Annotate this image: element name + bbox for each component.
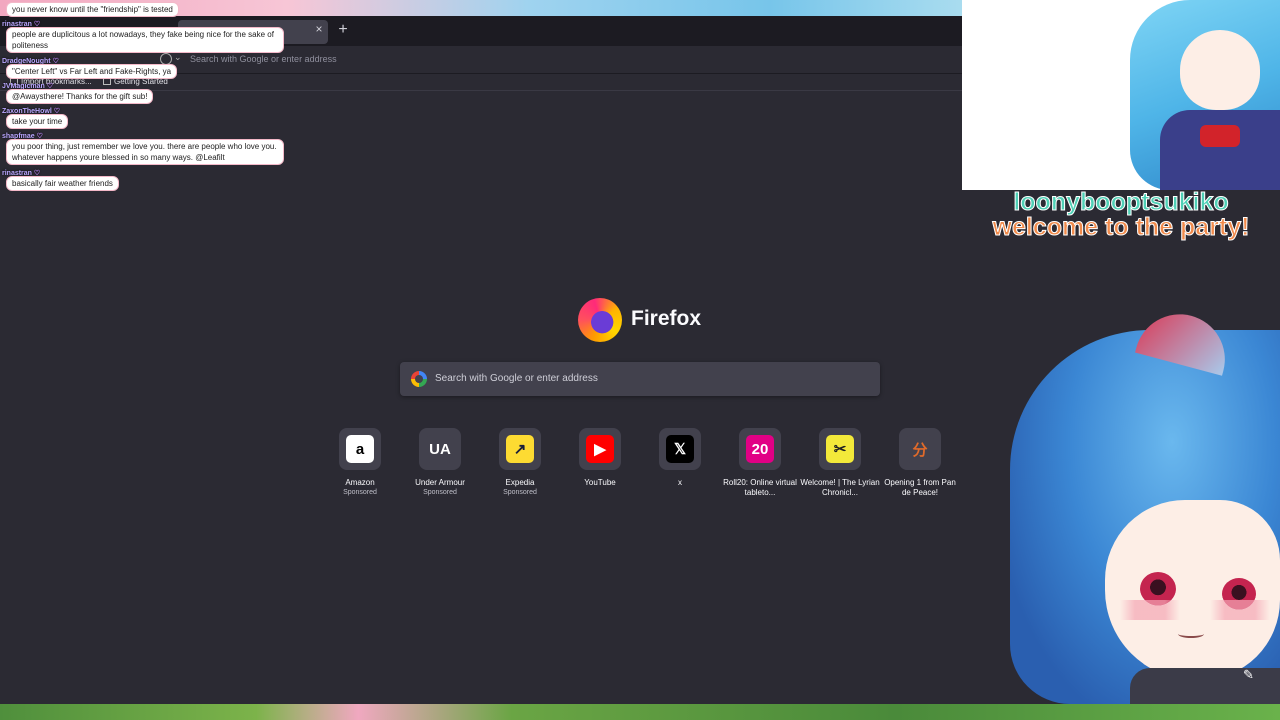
shortcut-label: Under Armour [415, 478, 465, 487]
amazon-icon: a [346, 435, 374, 463]
shortcut-tile[interactable]: 分 Opening 1 from Pan de Peace! [880, 428, 960, 508]
urlbar-input[interactable]: Search with Google or enter address [190, 54, 337, 64]
new-tab-button[interactable]: + [336, 21, 350, 39]
shortcut-icon-box: 20 [739, 428, 781, 470]
tab-close-button[interactable]: × [312, 22, 326, 38]
search-placeholder: Search with Google or enter address [435, 373, 598, 384]
chat-message: people are duplicitous a lot nowadays, t… [6, 27, 284, 53]
webcam-avatar-body [1160, 110, 1280, 190]
shortcut-icon-box: ▶ [579, 428, 621, 470]
webcam-avatar-face [1180, 30, 1260, 110]
shortcut-tile[interactable]: ▶ YouTube [560, 428, 640, 508]
chat-message: take your time [6, 114, 69, 129]
shortcut-tile[interactable]: UA Under Armour Sponsored [400, 428, 480, 508]
shortcut-tile[interactable]: 20 Roll20: Online virtual tableto... [720, 428, 800, 508]
shortcut-icon-box: 分 [899, 428, 941, 470]
chat-message: you never know until the "friendship" is… [6, 2, 179, 17]
x-icon: 𝕏 [666, 435, 694, 463]
alert-message: welcome to the party! [992, 213, 1250, 242]
sponsored-label: Sponsored [503, 489, 537, 496]
pan-de-peace-icon: 分 [906, 435, 934, 463]
shortcut-icon-box: ↗ [499, 428, 541, 470]
youtube-icon: ▶ [586, 435, 614, 463]
chat-message: @Awaysthere! Thanks for the gift sub! [6, 89, 154, 104]
sponsored-label: Sponsored [343, 489, 377, 496]
shortcut-icon-box: a [339, 428, 381, 470]
shortcut-tile[interactable]: a Amazon Sponsored [320, 428, 400, 508]
sponsored-label: Sponsored [423, 489, 457, 496]
vtuber-avatar-mouth [1178, 630, 1204, 638]
google-icon [411, 371, 427, 387]
firefox-bookmark-icon [103, 78, 111, 85]
chat-message: basically fair weather friends [6, 176, 119, 191]
firefox-wordmark: Firefox [631, 307, 702, 330]
roll20-icon: 20 [746, 435, 774, 463]
firefox-logo-icon [578, 298, 622, 342]
shortcut-icon-box: 𝕏 [659, 428, 701, 470]
shortcut-icon-box: ✂ [819, 428, 861, 470]
vtuber-avatar-blush [1120, 600, 1270, 620]
stream-frame-bottom [0, 704, 1280, 720]
under-armour-icon: UA [426, 435, 454, 463]
shortcut-tile[interactable]: ✂ Welcome! | The Lyrian Chronicl... [800, 428, 880, 508]
shortcut-tile[interactable]: ↗ Expedia Sponsored [480, 428, 560, 508]
pen-icon: ✎ [1243, 667, 1254, 682]
shortcut-label: Roll20: Online virtual tableto... [723, 478, 797, 497]
shortcut-label: Expedia [505, 478, 535, 487]
lyrian-icon: ✂ [826, 435, 854, 463]
chevron-down-icon[interactable]: ⌄ [174, 52, 182, 63]
shortcut-label: Amazon [345, 478, 375, 487]
webcam-avatar-bow [1200, 125, 1240, 147]
shortcut-label: Welcome! | The Lyrian Chronicl... [800, 478, 880, 497]
shortcut-label: x [678, 478, 682, 487]
chat-message: you poor thing, just remember we love yo… [6, 139, 284, 165]
shortcut-icon-box: UA [419, 428, 461, 470]
chat-message: "Center Left" vs Far Left and Fake-Right… [6, 64, 178, 79]
shortcut-tile[interactable]: 𝕏x [640, 428, 720, 508]
shortcut-label: Opening 1 from Pan de Peace! [884, 478, 956, 497]
expedia-icon: ↗ [506, 435, 534, 463]
shortcut-label: YouTube [584, 478, 616, 487]
